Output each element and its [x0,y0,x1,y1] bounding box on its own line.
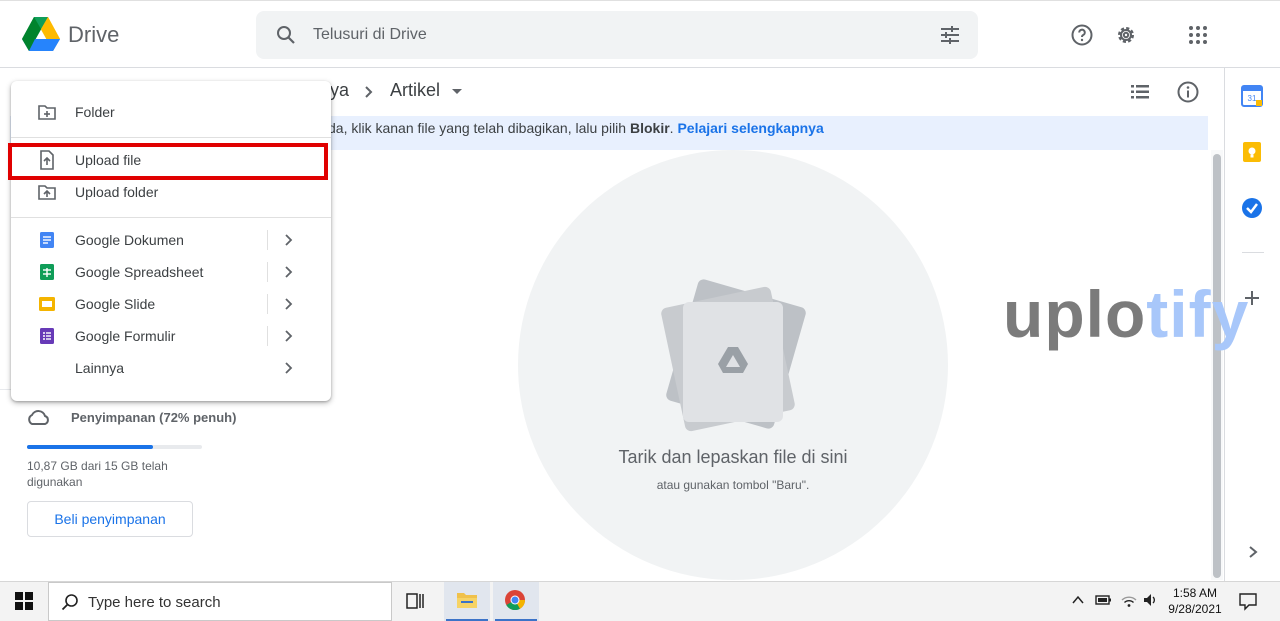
menu-item-more[interactable]: Lainnya [11,352,331,384]
google-slides-icon [39,297,55,311]
watermark-part-1: uplo [1003,277,1147,351]
chevron-right-icon[interactable] [281,297,295,311]
svg-text:31: 31 [1248,94,1257,103]
drop-zone-subtitle: atau gunakan tombol "Baru". [656,478,810,492]
storage-progress-fill [27,445,153,449]
menu-separator [267,294,268,314]
menu-item-label: Google Formulir [75,328,176,344]
search-input[interactable] [313,23,913,47]
windows-start-icon[interactable] [15,592,33,610]
buy-storage-button[interactable]: Beli penyimpanan [27,501,193,537]
menu-separator [267,230,268,250]
breadcrumb-current[interactable]: Artikel [390,80,440,101]
storage-used-text: 10,87 GB dari 15 GB telah digunakan [27,459,168,489]
help-icon[interactable] [1070,23,1094,47]
menu-item-label: Google Dokumen [75,232,184,248]
menu-divider [11,217,331,218]
menu-separator [267,326,268,346]
google-docs-icon [40,232,54,248]
folder-add-icon [38,105,56,120]
notification-center-icon[interactable] [1238,591,1258,611]
search-bar[interactable] [256,11,978,59]
new-item-menu: Folder Upload file Upload folder Google … [11,81,331,401]
search-icon[interactable] [274,23,298,47]
drive-logo-gray-icon [718,347,748,373]
watermark-logo: uplotify [1003,276,1249,352]
menu-item-upload-folder[interactable]: Upload folder [11,176,331,208]
task-view-icon[interactable] [405,591,425,611]
list-view-icon[interactable] [1128,80,1152,104]
banner-text: da, klik kanan file yang telah dibagikan… [328,120,630,136]
window-top-border [0,0,1280,3]
menu-item-label: Upload folder [75,184,159,200]
taskbar-search-text: Type here to search [88,594,221,611]
chevron-right-icon[interactable] [281,361,295,375]
menu-item-label: Google Slide [75,296,156,312]
chevron-up-icon[interactable] [1069,591,1087,609]
cloud-icon [28,410,49,425]
google-sheets-icon [40,264,54,280]
app-name[interactable]: Drive [68,22,119,48]
folder-upload-icon [38,185,56,200]
menu-item-label: Lainnya [75,360,125,376]
menu-item-label: Folder [75,104,115,120]
clock-time: 1:58 AM [1172,586,1218,600]
file-explorer-icon[interactable] [456,590,478,610]
chrome-icon[interactable] [504,589,526,611]
search-options-icon[interactable] [938,23,962,47]
banner-bold-text: Blokir [629,120,670,136]
storage-progress-bar [27,445,202,449]
keep-icon[interactable] [1241,141,1263,163]
info-icon[interactable] [1176,80,1200,104]
clock-date: 9/28/2021 [1168,602,1222,616]
menu-item-google-docs[interactable]: Google Dokumen [11,224,331,256]
tasks-icon[interactable] [1241,197,1263,219]
chevron-right-icon [365,86,373,98]
volume-icon[interactable] [1142,591,1160,609]
storage-label[interactable]: Penyimpanan (72% penuh) [71,410,236,425]
banner-period: . [669,120,674,136]
menu-item-folder[interactable]: Folder [11,96,331,128]
scrollbar-thumb[interactable] [1213,154,1221,578]
banner-message: da, klik kanan file yang telah dibagikan… [328,120,824,136]
taskbar-search-box[interactable]: Type here to search [48,582,392,621]
menu-item-google-slides[interactable]: Google Slide [11,288,331,320]
system-clock[interactable]: 1:58 AM 9/28/2021 [1160,585,1230,617]
settings-gear-icon[interactable] [1114,23,1138,47]
chevron-right-icon[interactable] [281,329,295,343]
chevron-right-icon[interactable] [281,233,295,247]
learn-more-link[interactable]: Pelajari selengkapnya [677,120,823,136]
search-icon [61,594,78,611]
google-forms-icon [40,328,54,344]
calendar-icon[interactable]: 31 [1241,85,1263,107]
drive-logo-icon[interactable] [22,17,60,51]
drop-zone-title: Tarik dan lepaskan file di sini [618,447,848,467]
watermark-part-2: tify [1146,277,1250,351]
chevron-right-icon[interactable] [1246,545,1260,559]
menu-item-google-forms[interactable]: Google Formulir [11,320,331,352]
breadcrumb-parent[interactable]: ya [330,80,349,101]
menu-item-google-sheets[interactable]: Google Spreadsheet [11,256,331,288]
side-panel-divider [1242,252,1264,253]
menu-item-label: Google Spreadsheet [75,264,204,280]
chevron-right-icon[interactable] [281,265,295,279]
upload-file-highlight-box [8,143,328,180]
menu-divider [11,137,331,138]
caret-down-icon[interactable] [452,89,462,94]
wifi-icon[interactable] [1120,591,1138,609]
menu-separator [267,262,268,282]
apps-grid-icon[interactable] [1186,23,1210,47]
battery-icon[interactable] [1094,591,1112,609]
